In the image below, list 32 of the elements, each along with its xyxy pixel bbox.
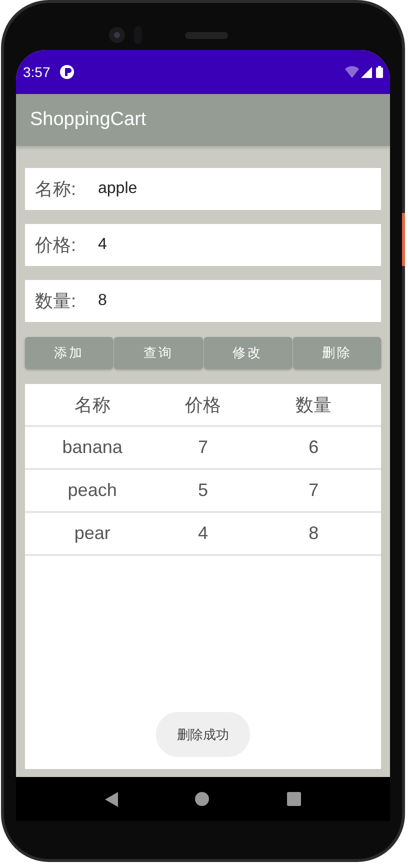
- table-cell-text: 4: [196, 523, 209, 544]
- battery-icon: [376, 66, 383, 78]
- action-button[interactable]: 查询: [114, 337, 202, 369]
- table-cell-text: 8: [308, 523, 320, 544]
- app-title: ShoppingCart: [30, 109, 146, 131]
- overview-icon[interactable]: [287, 792, 302, 806]
- input-field[interactable]: 8: [98, 280, 381, 322]
- table-cell-text: 5: [196, 480, 209, 501]
- table-cell-text: banana: [61, 437, 124, 458]
- field-label: 数量:: [25, 280, 98, 322]
- column-header: 名称: [73, 394, 112, 416]
- column-header: 价格: [184, 394, 222, 416]
- toast-message: 删除成功: [156, 712, 250, 757]
- column-header: 数量: [294, 394, 333, 416]
- notification-icon: [60, 65, 74, 79]
- field-label: 价格:: [25, 224, 98, 266]
- action-button[interactable]: 修改: [204, 337, 292, 369]
- table-cell-text: 6: [308, 437, 320, 458]
- table-cell-text: pear: [73, 523, 112, 544]
- action-button[interactable]: 删除: [292, 337, 381, 369]
- back-icon[interactable]: [104, 792, 118, 806]
- table-cell-text: 7: [196, 437, 209, 458]
- input-field[interactable]: apple: [98, 168, 381, 210]
- status-time: 3:57: [23, 64, 50, 80]
- signal-icon: [361, 66, 372, 78]
- field-label: 名称:: [25, 168, 98, 210]
- home-icon[interactable]: [195, 792, 210, 806]
- action-button[interactable]: 添加: [25, 337, 114, 369]
- input-field[interactable]: 4: [98, 224, 381, 266]
- table-cell-text: 7: [308, 480, 320, 501]
- table-cell-text: peach: [66, 480, 118, 501]
- wifi-icon: [345, 66, 359, 78]
